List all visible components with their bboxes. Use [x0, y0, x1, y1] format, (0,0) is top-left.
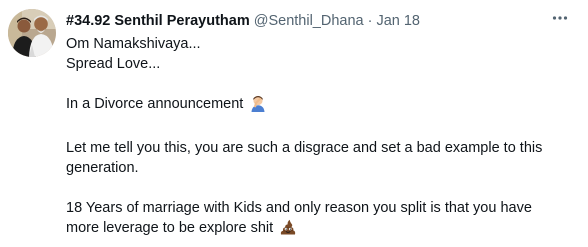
tweet-text: Om Namakshivaya... Spread Love... In a D…	[66, 34, 571, 242]
tweet-line	[66, 74, 571, 94]
tweet-line: Spread Love...	[66, 56, 161, 72]
pile-of-poo-emoji	[279, 218, 297, 242]
tweet-line-text: In a Divorce announcement	[66, 96, 244, 112]
more-horizontal-icon	[551, 9, 569, 32]
separator-dot: ·	[367, 13, 373, 29]
tweet-line-with-emoji: In a Divorce announcement	[66, 94, 571, 118]
tweet-line	[66, 178, 571, 198]
display-name[interactable]: #34.92 Senthil Perayutham	[66, 11, 250, 31]
tweet-line	[66, 118, 571, 138]
tweet-line-text: more leverage to be explore shit	[66, 220, 274, 236]
man-facepalming-emoji	[249, 94, 267, 118]
more-options-button[interactable]	[549, 9, 571, 31]
tweet-header: #34.92 Senthil Perayutham @Senthil_Dhana…	[66, 11, 420, 31]
tweet-line: Let me tell you this, you are such a dis…	[66, 140, 543, 156]
tweet-line: generation.	[66, 160, 139, 176]
avatar[interactable]	[8, 9, 56, 57]
tweet-card[interactable]: #34.92 Senthil Perayutham @Senthil_Dhana…	[0, 0, 588, 247]
user-handle[interactable]: @Senthil_Dhana	[254, 11, 364, 31]
tweet-line: Om Namakshivaya...	[66, 36, 201, 52]
tweet-date[interactable]: Jan 18	[376, 11, 420, 31]
tweet-line: 18 Years of marriage with Kids and only …	[66, 200, 532, 216]
tweet-line-with-emoji: more leverage to be explore shit	[66, 218, 571, 242]
